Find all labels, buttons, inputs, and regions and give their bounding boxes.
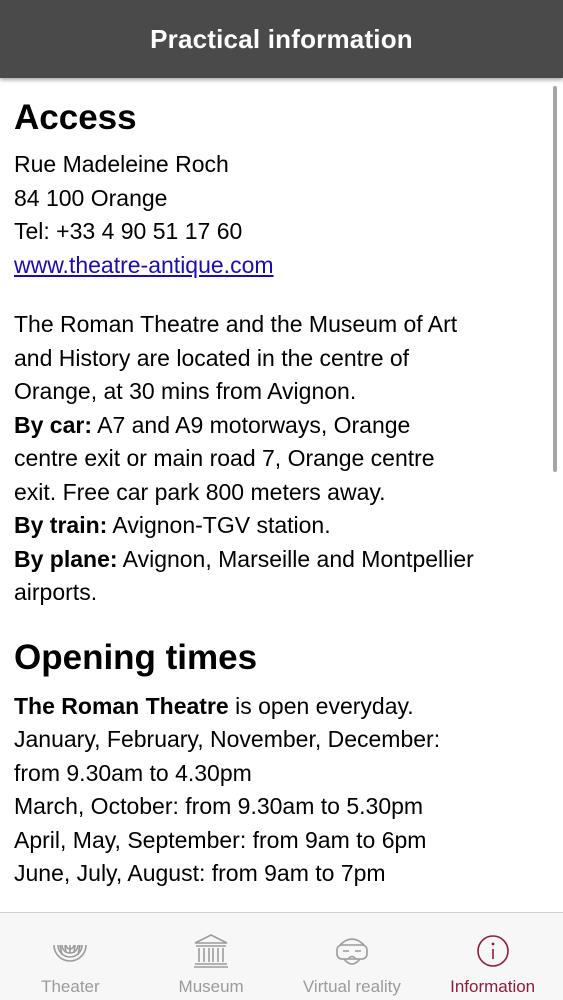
- tab-label: Theater: [41, 977, 100, 996]
- phone-number[interactable]: Tel: +33 4 90 51 17 60: [14, 215, 549, 249]
- opening-hours-line: March, October: from 9.30am to 5.30pm: [14, 793, 424, 819]
- theater-icon: [53, 944, 88, 962]
- address-street: Rue Madeleine Roch: [14, 151, 229, 177]
- by-car-text: A7 and A9 motorways, Orange: [91, 411, 411, 438]
- by-plane-line: By plane: Avignon, Marseille and Montpel…: [14, 543, 549, 577]
- tab-theater[interactable]: Theater: [0, 913, 141, 1000]
- scrollbar[interactable]: [553, 86, 557, 472]
- opening-hours-line: June, July, August: from 9am to 7pm: [14, 860, 386, 886]
- theatre-opening-line: The Roman Theatre is open everyday.: [14, 690, 549, 724]
- by-plane-text: Avignon, Marseille and Montpellier: [117, 545, 474, 572]
- opening-times-heading: Opening times: [14, 637, 258, 677]
- by-train-text: Avignon-TGV station.: [107, 512, 331, 538]
- tab-label: Virtual reality: [302, 977, 401, 996]
- opening-hours-line: from 9.30am to 4.30pm: [14, 759, 252, 786]
- by-plane-line: airports.: [14, 579, 98, 605]
- by-train-line: By train: Avignon-TGV station.: [14, 509, 549, 543]
- opening-hours-line: January, February, November, December:: [14, 726, 441, 752]
- intro-line: and History are located in the centre of: [14, 344, 410, 371]
- address-city: 84 100 Orange: [14, 184, 168, 211]
- tab-bar: Theater Museum Virtual reality Informati…: [0, 912, 563, 1000]
- page-title: Practical information: [150, 23, 413, 54]
- intro-line: The Roman Theatre and the Museum of Art: [14, 311, 458, 337]
- website-link[interactable]: www.theatre-antique.com: [14, 252, 274, 278]
- access-directions: The Roman Theatre and the Museum of Art …: [14, 308, 549, 610]
- museum-icon: [194, 934, 229, 968]
- navigation-bar: Practical information: [0, 0, 563, 78]
- info-icon: [476, 935, 509, 967]
- intro-line: Orange, at 30 mins from Avignon.: [14, 378, 357, 404]
- by-car-line: By car: A7 and A9 motorways, Orange: [14, 409, 549, 443]
- theatre-label: The Roman Theatre: [14, 692, 229, 719]
- tab-museum[interactable]: Museum: [141, 913, 282, 1000]
- by-car-label: By car:: [14, 411, 92, 438]
- by-car-line: centre exit or main road 7, Orange centr…: [14, 445, 435, 471]
- opening-hours-line: April, May, September: from 9am to 6pm: [14, 826, 427, 853]
- theatre-opening-text: is open everyday.: [228, 692, 414, 719]
- by-plane-label: By plane:: [14, 545, 118, 572]
- tab-label: Museum: [178, 977, 244, 996]
- by-car-line: exit. Free car park 800 meters away.: [14, 478, 386, 505]
- tab-virtual-reality[interactable]: Virtual reality: [282, 913, 423, 1000]
- access-heading: Access: [14, 98, 137, 137]
- app-screen: Practical information Access Rue Madelei…: [0, 0, 563, 1000]
- vr-headset-icon: [336, 938, 368, 965]
- by-train-label: By train:: [14, 512, 108, 538]
- tab-information[interactable]: Information: [422, 913, 563, 1000]
- tab-label: Information: [450, 977, 536, 996]
- content-body: Access Rue Madeleine Roch 84 100 Orange …: [0, 78, 563, 891]
- content-scroll-area[interactable]: Access Rue Madeleine Roch 84 100 Orange …: [0, 78, 563, 912]
